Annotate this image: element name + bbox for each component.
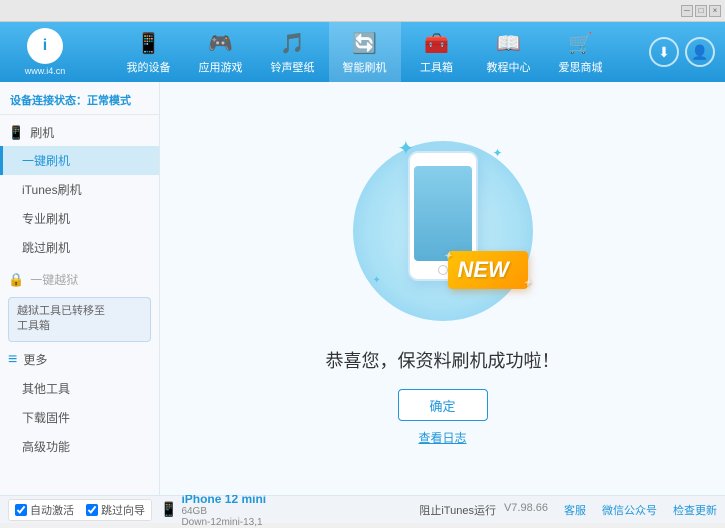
bottom-status: V7.98.66 客服 微信公众号 检查更新: [504, 502, 717, 518]
more-icon: ≡: [8, 351, 17, 369]
mall-icon: 🛒: [567, 29, 595, 57]
nav-smart-flash-label: 智能刷机: [343, 59, 387, 75]
app-games-icon: 🎮: [207, 29, 235, 57]
nav-mall[interactable]: 🛒 爱思商城: [545, 22, 617, 82]
nav-app-games-label: 应用游戏: [199, 59, 243, 75]
jailbreak-label: 一键越狱: [30, 271, 78, 288]
sidebar-item-one-click-flash[interactable]: 一键刷机: [0, 146, 159, 175]
sidebar-item-data-flash[interactable]: 跳过刷机: [0, 233, 159, 262]
my-device-icon: 📱: [135, 29, 163, 57]
nav-smart-flash[interactable]: 🔄 智能刷机: [329, 22, 401, 82]
main-panel: ✦ ✦ ✦ NEW 恭喜您，保资料刷机成功啦！ 确定 查看日志: [160, 82, 725, 495]
version-label: V7.98.66: [504, 502, 548, 518]
nav-my-device[interactable]: 📱 我的设备: [113, 22, 185, 82]
sidebar-item-itunes-flash[interactable]: iTunes刷机: [0, 175, 159, 204]
sidebar-item-pro-flash[interactable]: 专业刷机: [0, 204, 159, 233]
toolbox-icon: 🧰: [423, 29, 451, 57]
check-update-link[interactable]: 检查更新: [673, 502, 717, 518]
nav-items: 📱 我的设备 🎮 应用游戏 🎵 铃声壁纸 🔄 智能刷机 🧰 工具箱 📖 教程中心…: [80, 22, 649, 82]
sparkle-2: ✦: [492, 146, 502, 160]
sidebar-section-jailbreak: 🔒 一键越狱 越狱工具已转移至工具箱: [0, 266, 159, 342]
account-button[interactable]: 👤: [685, 37, 715, 67]
maximize-button[interactable]: □: [695, 5, 707, 17]
wechat-link[interactable]: 微信公众号: [602, 502, 657, 518]
nav-ringtone[interactable]: 🎵 铃声壁纸: [257, 22, 329, 82]
phone-screen: [414, 166, 472, 261]
sidebar-item-other-tools[interactable]: 其他工具: [0, 374, 159, 403]
jailbreak-header: 🔒 一键越狱: [0, 266, 159, 293]
nav-tutorial-label: 教程中心: [487, 59, 531, 75]
customer-service-link[interactable]: 客服: [564, 502, 586, 518]
flash-section-icon: 📱: [8, 125, 24, 141]
skip-wizard-input[interactable]: [86, 504, 98, 516]
sidebar-item-download-firmware[interactable]: 下载固件: [0, 403, 159, 432]
connection-status: 设备连接状态：正常模式: [0, 86, 159, 115]
bottom-bar: 自动激活 跳过向导 📱 iPhone 12 mini 64GB Down-12m…: [0, 495, 725, 523]
window-controls: ─ □ ×: [681, 5, 721, 17]
skip-wizard-label: 跳过向导: [101, 502, 145, 518]
success-message: 恭喜您，保资料刷机成功啦！: [326, 347, 560, 373]
sidebar-item-advanced[interactable]: 高级功能: [0, 432, 159, 461]
sidebar-section-flash: 📱 刷机 一键刷机 iTunes刷机 专业刷机 跳过刷机: [0, 119, 159, 262]
nav-my-device-label: 我的设备: [127, 59, 171, 75]
device-info: iPhone 12 mini 64GB Down-12mini-13,1: [181, 492, 266, 528]
smart-flash-icon: 🔄: [351, 29, 379, 57]
nav-ringtone-label: 铃声壁纸: [271, 59, 315, 75]
new-ribbon-text: NEW: [448, 251, 528, 289]
tutorial-icon: 📖: [495, 29, 523, 57]
more-label: 更多: [23, 351, 47, 368]
ringtone-icon: 🎵: [279, 29, 307, 57]
sidebar-section-more: ≡ 更多 其他工具 下载固件 高级功能: [0, 346, 159, 461]
titlebar: ─ □ ×: [0, 0, 725, 22]
navbar: i www.i4.cn 📱 我的设备 🎮 应用游戏 🎵 铃声壁纸 🔄 智能刷机 …: [0, 22, 725, 82]
close-button[interactable]: ×: [709, 5, 721, 17]
nav-app-games[interactable]: 🎮 应用游戏: [185, 22, 257, 82]
auto-activate-checkbox[interactable]: 自动激活: [15, 502, 74, 518]
minimize-button[interactable]: ─: [681, 5, 693, 17]
auto-activate-input[interactable]: [15, 504, 27, 516]
sidebar: 设备连接状态：正常模式 📱 刷机 一键刷机 iTunes刷机 专业刷机 跳过刷机: [0, 82, 160, 495]
phone-home-button: [438, 265, 448, 275]
sidebar-section-flash-header[interactable]: 📱 刷机: [0, 119, 159, 146]
logo: i www.i4.cn: [10, 27, 80, 77]
nav-tutorial[interactable]: 📖 教程中心: [473, 22, 545, 82]
status-value: 正常模式: [87, 95, 131, 107]
device-section: 📱 iPhone 12 mini 64GB Down-12mini-13,1: [160, 492, 411, 528]
nav-toolbox[interactable]: 🧰 工具箱: [401, 22, 473, 82]
logo-icon: i: [27, 28, 63, 64]
view-log-link[interactable]: 查看日志: [418, 429, 466, 446]
device-phone-icon: 📱: [160, 501, 177, 518]
sparkle-3: ✦: [373, 275, 381, 286]
skip-wizard-checkbox[interactable]: 跳过向导: [86, 502, 145, 518]
new-badge: NEW: [448, 251, 528, 301]
flash-section-label: 刷机: [30, 124, 54, 141]
logo-url: www.i4.cn: [25, 66, 66, 76]
device-storage: 64GB: [181, 506, 266, 517]
download-button[interactable]: ⬇: [649, 37, 679, 67]
nav-right: ⬇ 👤: [649, 37, 715, 67]
jailbreak-notice: 越狱工具已转移至工具箱: [8, 297, 151, 342]
device-firmware: Down-12mini-13,1: [181, 517, 266, 528]
nav-mall-label: 爱思商城: [559, 59, 603, 75]
auto-activate-label: 自动激活: [30, 502, 74, 518]
stop-itunes[interactable]: 阻止iTunes运行: [419, 502, 496, 518]
lock-icon: 🔒: [8, 272, 24, 288]
confirm-button[interactable]: 确定: [398, 389, 488, 421]
nav-toolbox-label: 工具箱: [420, 59, 453, 75]
more-header[interactable]: ≡ 更多: [0, 346, 159, 374]
status-label: 设备连接状态：: [10, 95, 87, 107]
content: 设备连接状态：正常模式 📱 刷机 一键刷机 iTunes刷机 专业刷机 跳过刷机: [0, 82, 725, 495]
phone-illustration: ✦ ✦ ✦ NEW: [343, 131, 543, 331]
checkbox-group: 自动激活 跳过向导: [8, 499, 152, 521]
